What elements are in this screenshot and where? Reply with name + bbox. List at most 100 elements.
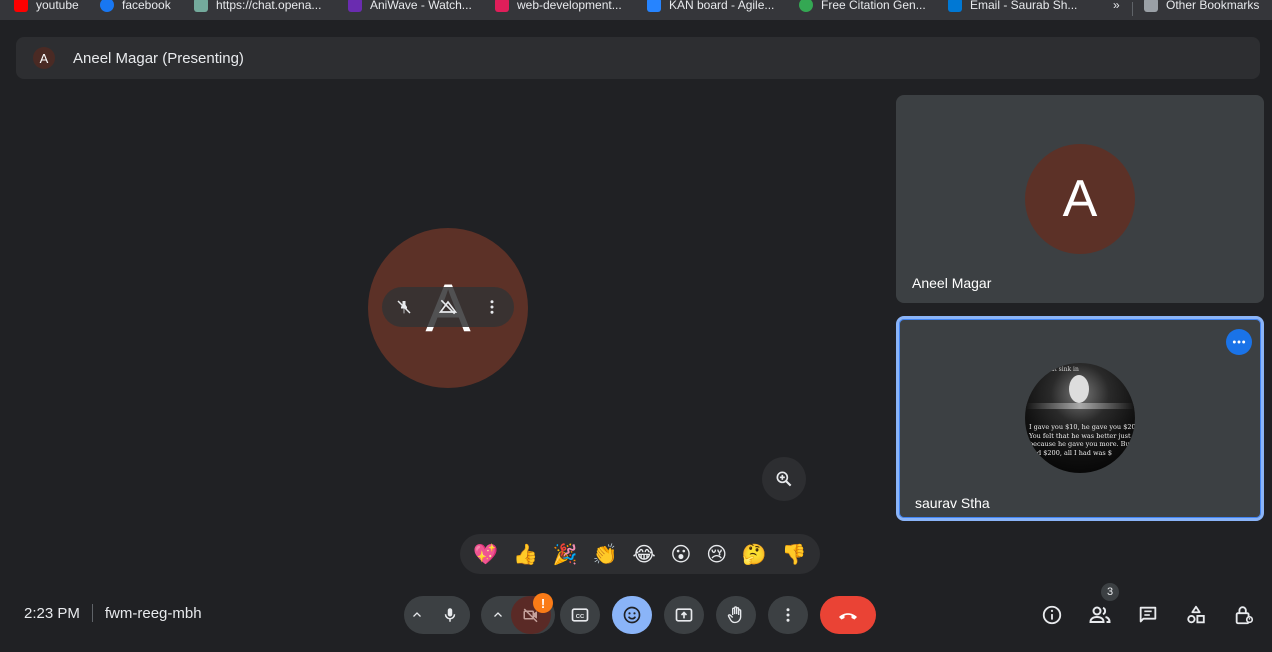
participant-name: Aneel Magar (912, 275, 992, 291)
host-controls-button[interactable] (1230, 601, 1258, 629)
reactions-button[interactable] (612, 596, 652, 634)
participant-avatar: A (1025, 144, 1135, 254)
camera-alert-badge[interactable]: ! (533, 593, 553, 613)
photo-text: I gave you $10, he gave you $20 You felt… (1029, 423, 1135, 457)
svg-text:CC: CC (576, 614, 585, 620)
reaction-surprised[interactable]: 😮 (671, 544, 692, 564)
zoom-in-button[interactable] (762, 457, 806, 501)
participant-tile-active[interactable]: ...at sink in I gave you $10, he gave yo… (896, 316, 1264, 521)
activities-shapes-icon (1187, 605, 1205, 624)
bookmark-chatgpt[interactable]: https://chat.opena... (194, 0, 321, 15)
chat-button[interactable] (1134, 601, 1162, 629)
photo-line: You felt that he was better just (1029, 431, 1131, 440)
chevron-double-right-icon: » (1113, 0, 1120, 12)
mic-control (404, 596, 470, 634)
reaction-laughing[interactable]: 😂 (632, 544, 655, 564)
unpin-icon[interactable] (391, 294, 417, 320)
bookmark-label: facebook (122, 0, 171, 12)
present-to-all-icon (675, 608, 693, 622)
chat-icon (1139, 606, 1157, 623)
participant-name: saurav Stha (915, 495, 990, 511)
bookmark-facebook[interactable]: facebook (100, 0, 171, 15)
slack-icon (495, 0, 509, 12)
stage-hover-controls (382, 287, 514, 327)
presenter-label: Aneel Magar (Presenting) (73, 50, 244, 67)
bookmark-label: AniWave - Watch... (370, 0, 472, 12)
participant-photo: ...at sink in I gave you $10, he gave yo… (1025, 363, 1135, 473)
meeting-time: 2:23 PM (24, 604, 80, 622)
facebook-icon (100, 0, 114, 12)
egg-shape (1069, 375, 1089, 403)
reactions-bar: 💖 👍 🎉 👏 😂 😮 😢 🤔 👎 (460, 534, 820, 574)
bookmark-label: Email - Saurab Sh... (970, 0, 1078, 12)
bookmarks-divider (1132, 2, 1133, 16)
bookmark-citation[interactable]: Free Citation Gen... (799, 0, 926, 15)
jira-icon (647, 0, 661, 12)
bookmark-jira[interactable]: KAN board - Agile... (647, 0, 774, 15)
participant-more-button[interactable] (1226, 329, 1252, 355)
bookmark-slack[interactable]: web-development... (495, 0, 622, 15)
bookmark-label: web-development... (517, 0, 622, 12)
reaction-thumbs-up[interactable]: 👍 (513, 544, 538, 564)
presenter-avatar: A (33, 47, 55, 69)
remove-from-view-icon[interactable] (435, 294, 461, 320)
outlook-icon (948, 0, 962, 12)
leave-call-button[interactable] (820, 596, 876, 634)
closed-captions-icon: CC (571, 608, 589, 622)
photo-line: I gave you $10, he gave you $20 (1029, 423, 1135, 431)
photo-line: had $200, all I had was $ (1029, 448, 1112, 457)
reaction-sad[interactable]: 😢 (706, 544, 727, 564)
camera-options-button[interactable] (485, 609, 511, 621)
more-vert-icon[interactable] (479, 294, 505, 320)
reaction-sparkling-heart[interactable]: 💖 (473, 544, 498, 564)
openai-icon (194, 0, 208, 12)
citation-icon (799, 0, 813, 12)
bookmark-youtube[interactable]: youtube (14, 0, 79, 15)
folder-icon (1144, 0, 1158, 12)
people-button[interactable] (1086, 601, 1114, 629)
more-horiz-icon (1232, 340, 1246, 344)
bookmarks-overflow-button[interactable]: » (1113, 0, 1120, 15)
photo-caption: ...at sink in (1045, 366, 1079, 373)
raise-hand-button[interactable] (716, 596, 756, 634)
reaction-clapping[interactable]: 👏 (593, 544, 618, 564)
chevron-up-icon (494, 612, 502, 617)
bookmark-label: youtube (36, 0, 79, 12)
other-bookmarks-label: Other Bookmarks (1166, 0, 1260, 12)
more-vert-icon (786, 608, 790, 622)
people-count-badge: 3 (1101, 583, 1119, 601)
spoon-shape (1025, 403, 1135, 409)
info-icon (1042, 605, 1062, 625)
reaction-thinking[interactable]: 🤔 (742, 544, 767, 564)
bookmark-aniwave[interactable]: AniWave - Watch... (348, 0, 472, 15)
mic-button[interactable] (430, 596, 470, 634)
activities-button[interactable] (1182, 601, 1210, 629)
meeting-code: fwm-reeg-mbh (104, 604, 202, 622)
captions-button[interactable]: CC (560, 596, 600, 634)
photo-line: because he gave you more. But (1029, 440, 1133, 448)
lock-person-icon (1235, 606, 1254, 625)
reaction-thumbs-down[interactable]: 👎 (782, 544, 807, 564)
reaction-party-popper[interactable]: 🎉 (553, 544, 578, 564)
other-bookmarks[interactable]: Other Bookmarks (1144, 0, 1259, 15)
chevron-up-icon (413, 612, 421, 617)
aniwave-icon (348, 0, 362, 12)
youtube-icon (14, 0, 28, 12)
more-options-button[interactable] (768, 596, 808, 634)
emoji-icon (623, 606, 641, 624)
divider (91, 604, 93, 622)
meeting-info: 2:23 PM fwm-reeg-mbh (24, 604, 202, 622)
bookmark-outlook[interactable]: Email - Saurab Sh... (948, 0, 1077, 15)
bookmark-label: Free Citation Gen... (821, 0, 926, 12)
hand-icon (727, 606, 742, 624)
call-end-icon (839, 613, 857, 620)
present-screen-button[interactable] (664, 596, 704, 634)
participant-tile[interactable]: A Aneel Magar (896, 95, 1264, 303)
bookmark-label: KAN board - Agile... (669, 0, 775, 12)
bookmarks-bar: youtube facebook https://chat.opena... A… (0, 0, 1272, 20)
zoom-in-icon (776, 471, 792, 487)
mic-options-button[interactable] (404, 609, 430, 621)
people-icon (1089, 606, 1111, 623)
meeting-details-button[interactable] (1038, 601, 1066, 629)
presenter-banner: A Aneel Magar (Presenting) (16, 37, 1260, 79)
